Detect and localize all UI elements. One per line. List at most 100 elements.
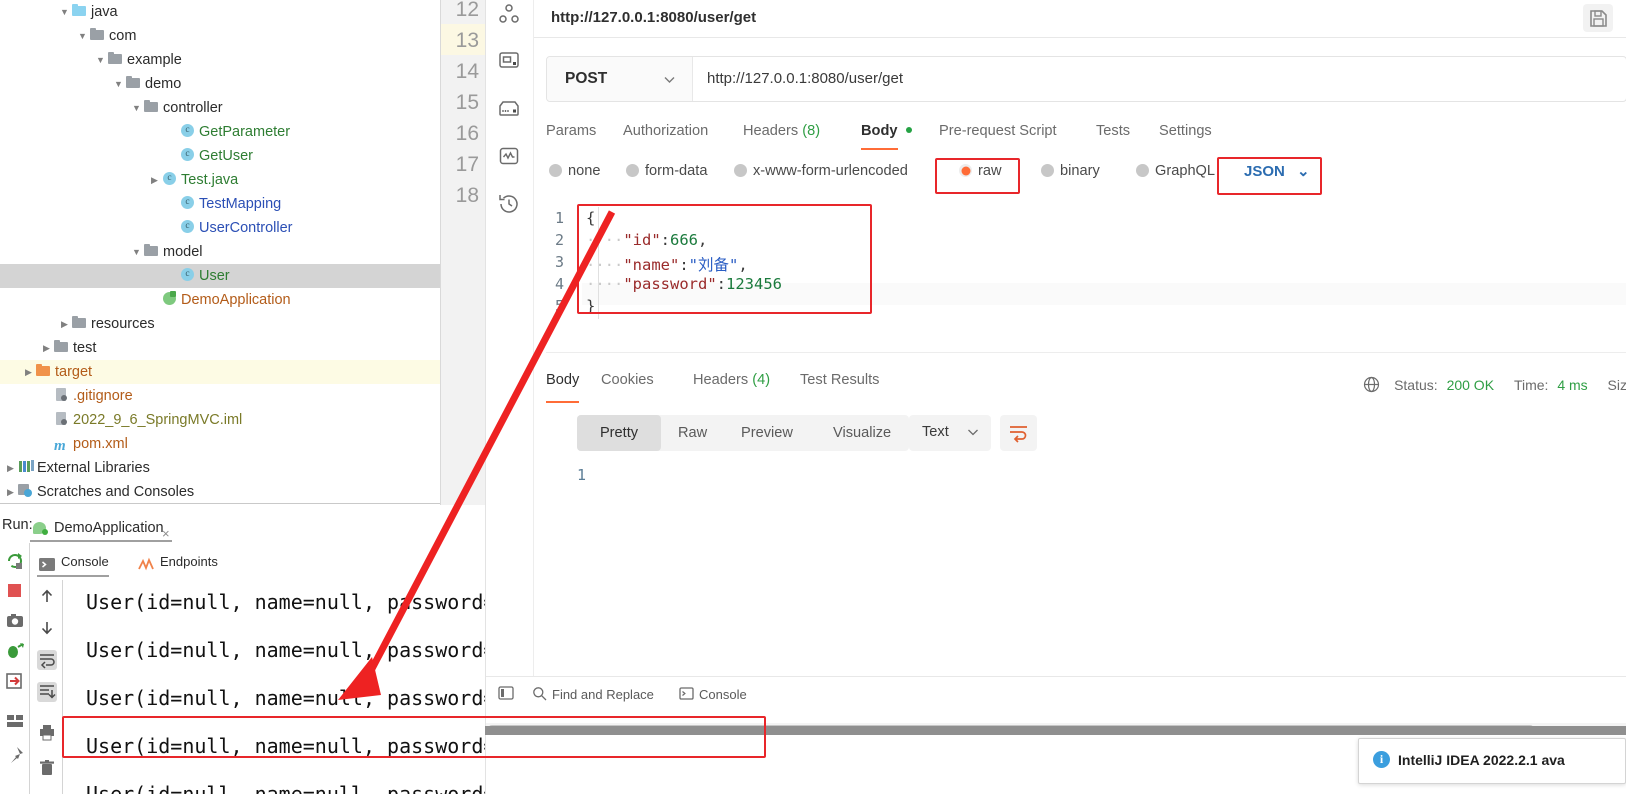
tree-item-java[interactable]: ▼ java	[0, 0, 460, 24]
request-body-editor[interactable]: 12345 {····"id":666, ····"name":"刘备", ····…	[546, 203, 1626, 353]
chevron-down-icon[interactable]: ▼	[112, 72, 125, 96]
tree-item-testmapping[interactable]: · TestMapping	[0, 192, 460, 216]
tab-pre-request-script[interactable]: Pre-request Script	[939, 118, 1057, 150]
body-format-selector[interactable]: JSON ⌄	[1244, 162, 1310, 180]
radio-graphql[interactable]: GraphQL	[1136, 163, 1215, 179]
tab-endpoints[interactable]: Endpoints	[136, 547, 218, 577]
tree-item-pom-xml[interactable]: · pom.xml	[0, 432, 460, 458]
tree-item-resources[interactable]: ▶ resources	[0, 312, 460, 336]
soft-wrap-icon[interactable]	[37, 650, 57, 670]
layout-icon[interactable]	[5, 711, 25, 731]
tab-tests[interactable]: Tests	[1096, 118, 1130, 150]
postman-footer[interactable]: Find and Replace Console	[486, 676, 1626, 720]
response-tab-test-results[interactable]: Test Results	[800, 372, 879, 400]
view-mode-raw[interactable]: Raw	[661, 415, 724, 451]
chevron-right-icon[interactable]: ▶	[4, 456, 17, 480]
chevron-right-icon[interactable]: ▶	[4, 480, 17, 504]
run-config-tab[interactable]: DemoApplication ×	[30, 514, 172, 542]
tree-item-demoapplication[interactable]: · DemoApplication	[0, 288, 460, 312]
tree-item-scratches-and-consoles[interactable]: ▶ Scratches and Consoles	[0, 480, 460, 504]
body-type-radio-group[interactable]: none form-data x-www-form-urlencoded raw…	[546, 163, 1626, 191]
body-editor-line[interactable]: {	[586, 209, 595, 227]
chevron-right-icon[interactable]: ▶	[148, 168, 161, 192]
method-selector[interactable]: POST	[547, 57, 693, 101]
response-tab-cookies[interactable]: Cookies	[601, 372, 654, 400]
collections-icon[interactable]	[497, 2, 521, 26]
mock-servers-icon[interactable]	[497, 96, 521, 120]
tab-body[interactable]: Body	[861, 118, 912, 150]
chevron-down-icon[interactable]: ▼	[58, 0, 71, 24]
search-icon[interactable]	[532, 686, 547, 704]
console-tab-bar[interactable]: Console Endpoints	[31, 543, 485, 579]
response-tab-headers[interactable]: Headers (4)	[693, 372, 770, 400]
console-toolbar[interactable]	[31, 580, 63, 794]
body-editor-line[interactable]: ····"name":"刘备",	[586, 253, 748, 275]
url-input[interactable]: http://127.0.0.1:8080/user/get	[707, 70, 903, 87]
tree-item-getparameter[interactable]: · GetParameter	[0, 120, 460, 144]
tree-item-test-java[interactable]: ▶ Test.java	[0, 168, 460, 192]
chevron-right-icon[interactable]: ▶	[22, 360, 35, 384]
tree-item-test[interactable]: ▶ test	[0, 336, 460, 360]
body-editor-line[interactable]: }	[586, 297, 595, 315]
response-format-selector[interactable]: Text	[909, 415, 991, 451]
tree-item-getuser[interactable]: · GetUser	[0, 144, 460, 168]
tab-settings[interactable]: Settings	[1159, 118, 1212, 150]
radio-binary[interactable]: binary	[1041, 163, 1100, 179]
console-output[interactable]: User(id=null, name=null, password=null) U…	[64, 580, 485, 794]
chevron-right-icon[interactable]: ▶	[58, 312, 71, 336]
response-tab-bar[interactable]: Body Cookies Headers (4) Test Results St…	[546, 372, 1626, 403]
radio-none[interactable]: none	[549, 163, 600, 179]
tab-console[interactable]: Console	[37, 547, 109, 577]
tree-item-model[interactable]: ▼ model	[0, 240, 460, 264]
chevron-down-icon[interactable]: ▼	[94, 48, 107, 72]
chevron-right-icon[interactable]: ▶	[40, 336, 53, 360]
tree-item-target[interactable]: ▶ target	[0, 360, 460, 384]
response-view-bar[interactable]: Pretty Raw Preview Visualize Text	[546, 415, 1626, 451]
history-icon[interactable]	[497, 192, 521, 216]
monitors-icon[interactable]	[497, 144, 521, 168]
radio-x-www-form-urlencoded[interactable]: x-www-form-urlencoded	[734, 163, 908, 179]
tree-item-user[interactable]: · User	[0, 264, 460, 288]
stop-icon[interactable]	[5, 581, 25, 601]
view-mode-visualize[interactable]: Visualize	[816, 415, 908, 451]
url-bar[interactable]: POST http://127.0.0.1:8080/user/get	[546, 56, 1626, 102]
postman-window[interactable]: http://127.0.0.1:8080/user/get POST http…	[485, 0, 1626, 794]
radio-raw[interactable]: raw	[959, 163, 1002, 179]
console-label[interactable]: Console	[699, 687, 747, 702]
project-tree-panel[interactable]: ▼java▼com▼example▼demo▼controller·GetPar…	[0, 0, 460, 505]
wrap-lines-icon[interactable]	[1000, 415, 1037, 451]
chevron-down-icon[interactable]: ▼	[76, 24, 89, 48]
idea-update-notification[interactable]: IntelliJ IDEA 2022.2.1 ava	[1358, 738, 1626, 784]
view-mode-group[interactable]: Pretty Raw Preview Visualize	[577, 415, 909, 451]
chevron-down-icon[interactable]: ▼	[130, 96, 143, 120]
scroll-to-end-icon[interactable]	[37, 682, 57, 702]
debug-icon[interactable]	[5, 641, 25, 661]
sidebar-toggle-icon[interactable]	[498, 685, 514, 704]
postman-sidebar[interactable]	[486, 0, 534, 676]
trash-icon[interactable]	[37, 758, 57, 778]
environments-icon[interactable]	[497, 48, 521, 72]
save-icon[interactable]	[1583, 4, 1613, 32]
request-tab-bar[interactable]: http://127.0.0.1:8080/user/get	[534, 0, 1626, 38]
tree-item--gitignore[interactable]: · .gitignore	[0, 384, 460, 408]
print-icon[interactable]	[37, 722, 57, 742]
tab-headers[interactable]: Headers (8)	[743, 118, 820, 150]
tab-authorization[interactable]: Authorization	[623, 118, 708, 150]
tab-params[interactable]: Params	[546, 118, 596, 150]
rerun-icon[interactable]	[5, 551, 25, 571]
arrow-up-icon[interactable]	[37, 586, 57, 606]
export-icon[interactable]	[5, 671, 25, 691]
run-toolbar[interactable]	[0, 543, 30, 794]
radio-form-data[interactable]: form-data	[626, 163, 707, 179]
tree-item-controller[interactable]: ▼ controller	[0, 96, 460, 120]
find-and-replace-label[interactable]: Find and Replace	[552, 687, 654, 702]
camera-icon[interactable]	[5, 611, 25, 631]
tree-item-demo[interactable]: ▼ demo	[0, 72, 460, 96]
request-section-tabs[interactable]: Params Authorization Headers (8) Body Pr…	[546, 118, 1626, 152]
view-mode-preview[interactable]: Preview	[724, 415, 810, 451]
arrow-down-icon[interactable]	[37, 618, 57, 638]
tree-item-external-libraries[interactable]: ▶ External Libraries	[0, 456, 460, 480]
view-mode-pretty[interactable]: Pretty	[577, 415, 661, 451]
tree-item-example[interactable]: ▼ example	[0, 48, 460, 72]
pin-icon[interactable]	[5, 745, 25, 765]
